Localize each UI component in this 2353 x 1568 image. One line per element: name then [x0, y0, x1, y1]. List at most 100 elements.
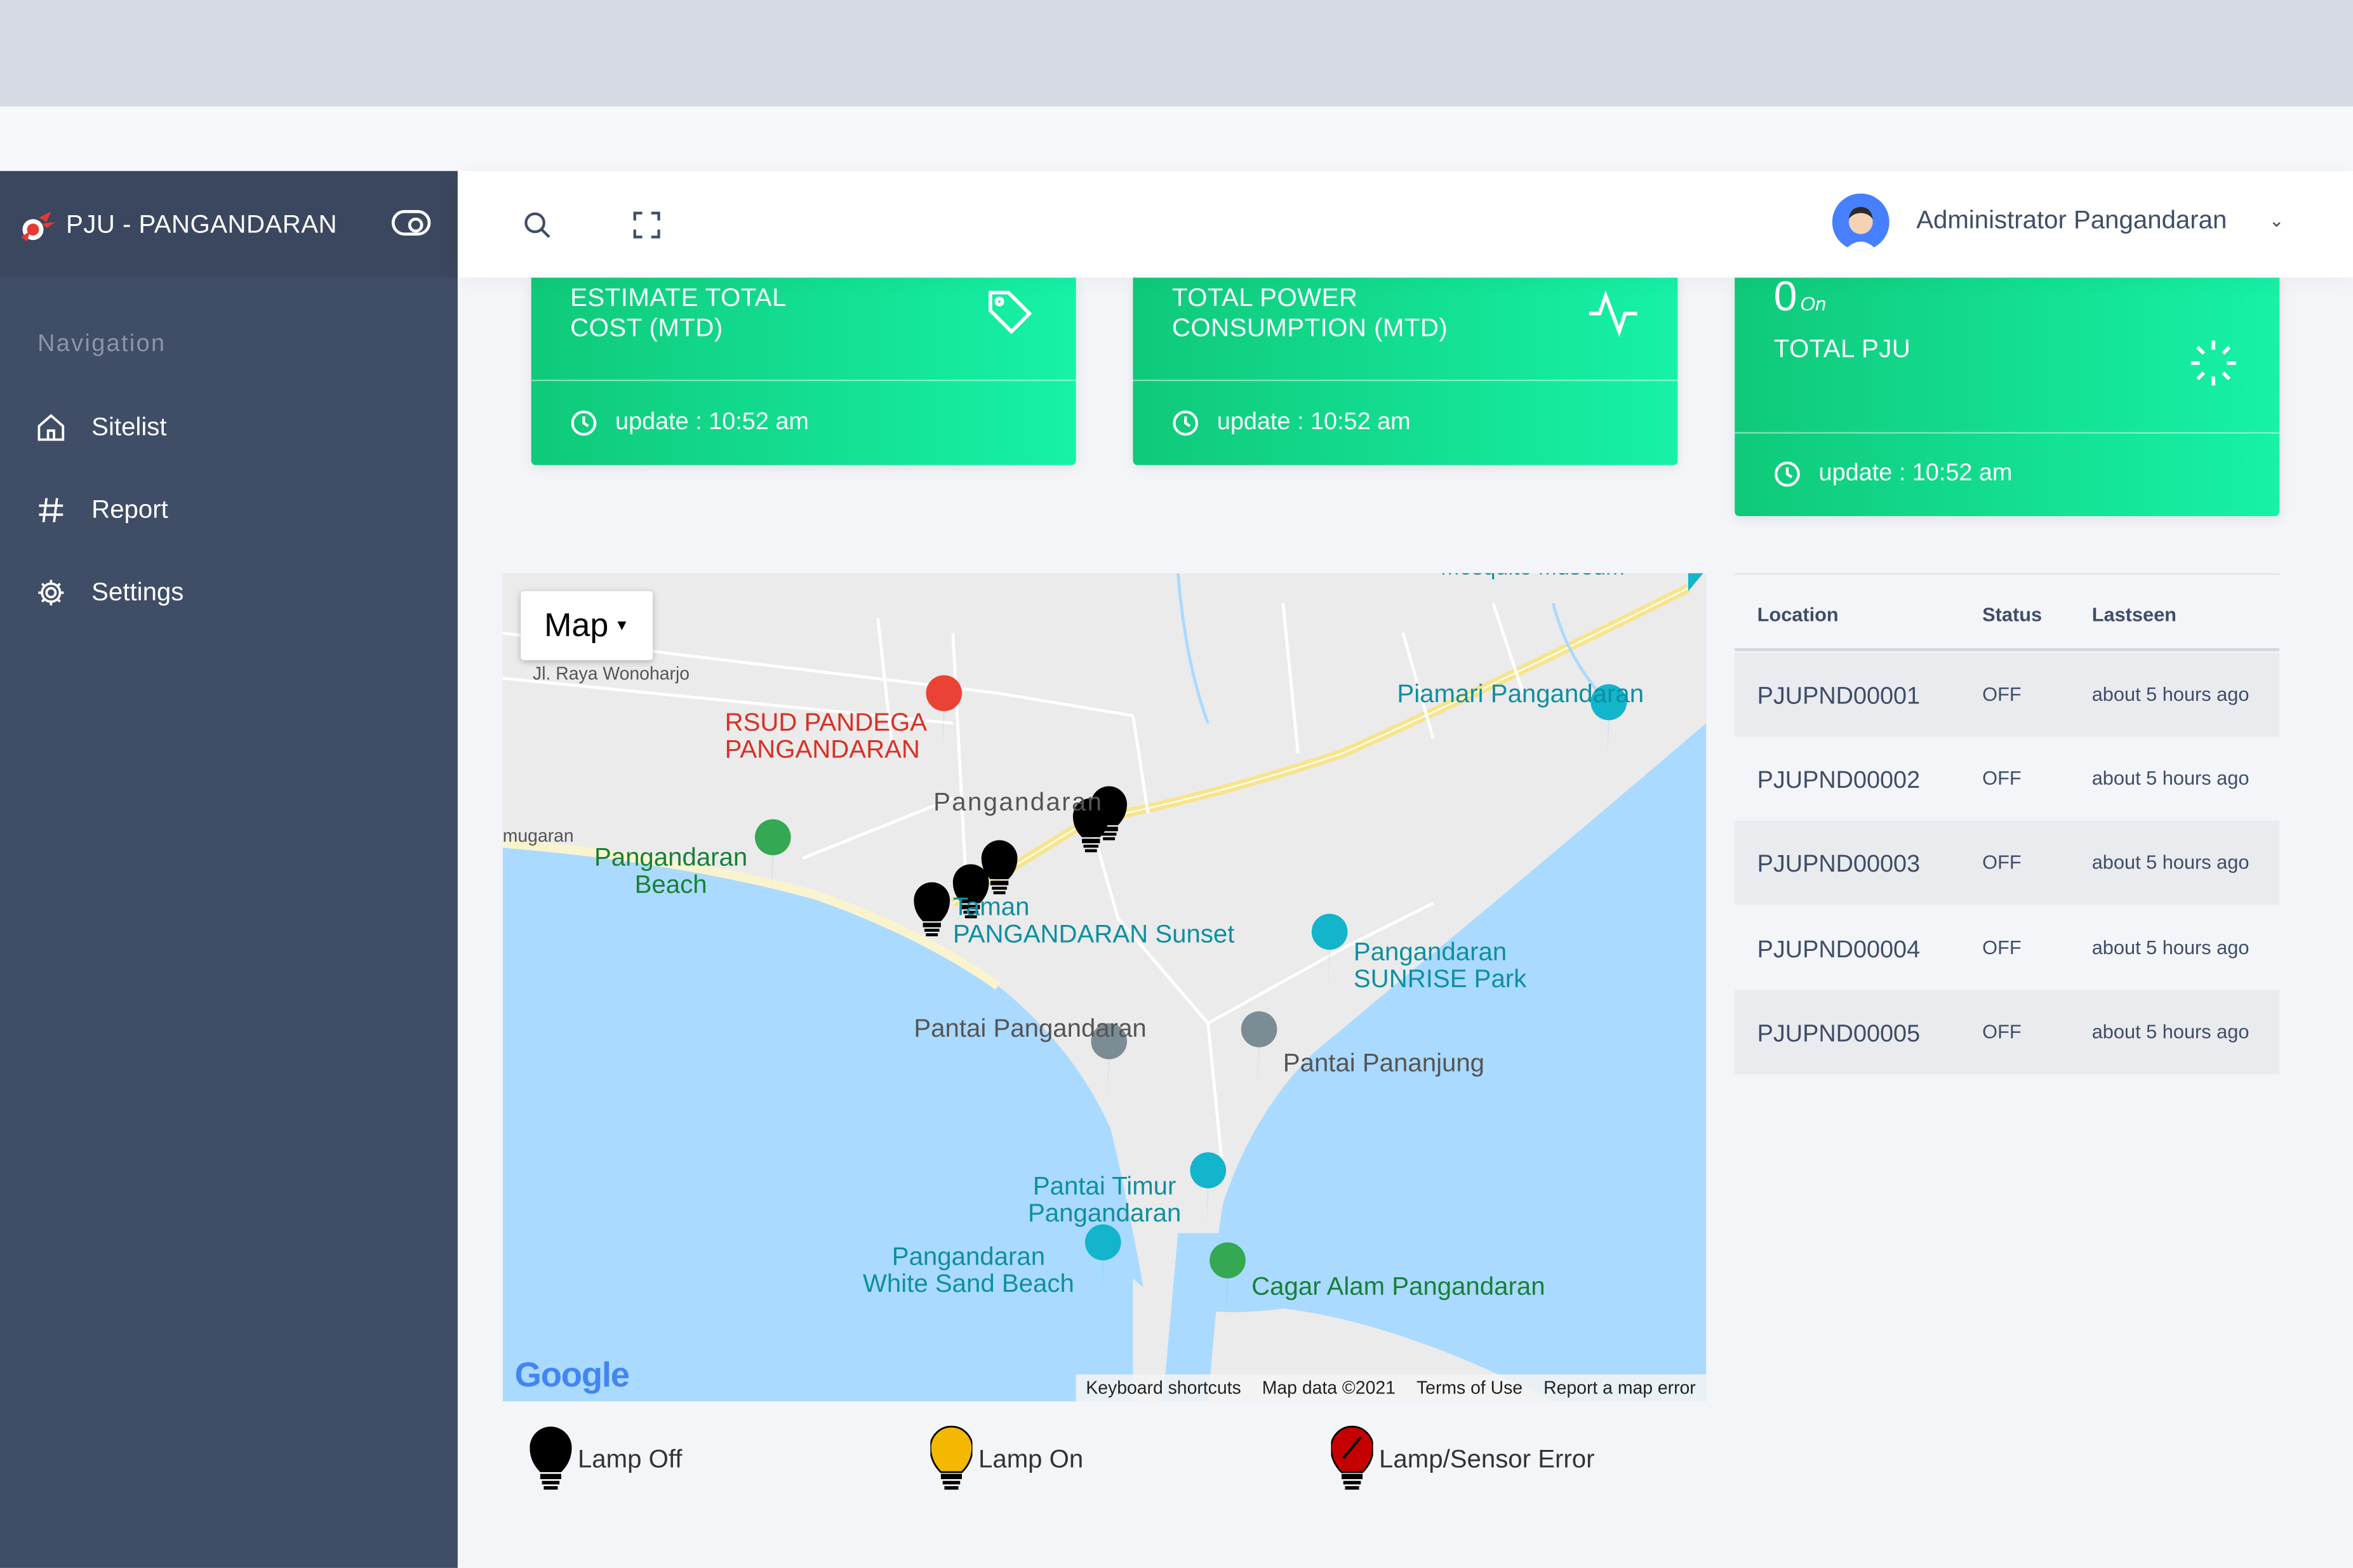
column-header-location[interactable]: Location [1757, 603, 1839, 625]
card-title: TOTAL PJU [1773, 335, 1911, 363]
legend-label: Lamp/Sensor Error [1379, 1445, 1595, 1473]
map-label-beach: Pangandaran Beach [594, 843, 748, 899]
sidebar: PJU - PANGANDARAN Navigation Sitelist Re… [0, 171, 458, 1568]
card-update-text: update : 10:52 am [1216, 409, 1411, 435]
clock-icon [1775, 462, 1800, 487]
cell-lastseen: about 5 hours ago [2091, 851, 2250, 874]
map-label-piamari: Piamari Pangandaran [1397, 679, 1644, 708]
map-label-line: RSUD PANDEGA [724, 708, 928, 737]
google-logo-text: Google [514, 1355, 630, 1394]
sidebar-toggle-icon[interactable] [391, 209, 431, 236]
pju-count: 0 On [1774, 276, 1827, 324]
brand-header: PJU - PANGANDARAN [0, 171, 458, 278]
cell-location: PJUPND00001 [1757, 684, 1921, 710]
tag-icon [989, 291, 1032, 335]
map-label-museum: Mosquito Museum [1441, 573, 1625, 582]
card-estimate-cost: ESTIMATE TOTAL COST (MTD) update : 10:52… [531, 277, 1076, 465]
cell-status: OFF [1982, 766, 2022, 790]
card-total-pju: 0 On TOTAL PJU update : 10:52 am [1735, 276, 2280, 517]
cell-status: OFF [1982, 682, 2022, 705]
card-title-line: COST (MTD) [570, 313, 723, 342]
keyboard-shortcuts-link[interactable]: Keyboard shortcuts [1076, 1378, 1251, 1399]
card-divider [531, 379, 1076, 382]
legend-label: Lamp Off [577, 1445, 683, 1473]
card-title-line: CONSUMPTION (MTD) [1171, 313, 1448, 342]
brand-name[interactable]: PJU - PANGANDARAN [66, 210, 337, 240]
map-label-taman: Taman PANGANDARAN Sunset [952, 893, 1235, 948]
caret-down-icon: ▼ [614, 617, 630, 634]
map-label-line: Pangandaran [1027, 1199, 1182, 1228]
card-divider [1133, 379, 1678, 382]
home-icon [36, 413, 66, 442]
card-update-text: update : 10:52 am [615, 409, 809, 435]
map-label-line: Pangandaran [594, 843, 748, 872]
map-data-text: Map data ©2021 [1262, 1377, 1396, 1399]
cell-status: OFF [1982, 1020, 2022, 1043]
column-header-lastseen[interactable]: Lastseen [2092, 603, 2176, 625]
google-logo: Google [514, 1355, 630, 1395]
table-row[interactable]: PJUPND00002 OFF about 5 hours ago [1735, 736, 2279, 820]
clock-icon [1173, 410, 1199, 436]
browser-chrome [0, 0, 2353, 107]
pju-count-suffix: On [1800, 292, 1827, 316]
card-update: update : 10:52 am [570, 409, 809, 437]
card-title: TOTAL POWER CONSUMPTION (MTD) [1172, 284, 1448, 344]
cell-location: PJUPND00003 [1757, 852, 1921, 878]
table-row[interactable]: PJUPND00001 OFF about 5 hours ago [1735, 653, 2280, 737]
card-update: update : 10:52 am [1172, 409, 1411, 437]
map-label-town: Pangandaran [933, 787, 1103, 816]
cell-lastseen: about 5 hours ago [2091, 766, 2250, 790]
top-bar: Administrator Pangandaran ⌄ [457, 171, 2353, 278]
card-update-text: update : 10:52 am [1818, 460, 2013, 486]
sidebar-item-settings[interactable]: Settings [0, 562, 458, 623]
chevron-down-icon[interactable]: ⌄ [2269, 210, 2284, 231]
table-row[interactable]: PJUPND00005 OFF about 5 hours ago [1735, 990, 2280, 1075]
map-label-sunrise: Pangandaran SUNRISE Park [1353, 938, 1527, 993]
map-label-line: Taman [952, 893, 1030, 922]
sidebar-item-sitelist[interactable]: Sitelist [0, 397, 458, 458]
lamp-error-icon [1331, 1425, 1373, 1490]
column-header-status[interactable]: Status [1982, 603, 2042, 625]
legend-lamp-off: Lamp Off [530, 1425, 683, 1494]
map-type-label: Map [544, 606, 609, 644]
cell-lastseen: about 5 hours ago [2091, 936, 2250, 959]
card-title-line: ESTIMATE TOTAL [570, 283, 787, 312]
cell-status: OFF [1982, 851, 2022, 874]
cell-location: PJUPND00004 [1757, 938, 1921, 964]
avatar[interactable] [1832, 193, 1890, 251]
sidebar-item-report[interactable]: Report [0, 480, 458, 540]
map-label-wonoharjo: Jl. Raya Wonoharjo [533, 663, 690, 684]
clock-icon [571, 410, 597, 436]
map-label-line: SUNRISE Park [1353, 964, 1527, 993]
legend-label: Lamp On [978, 1445, 1084, 1473]
fullscreen-icon[interactable] [629, 207, 665, 243]
table-row[interactable]: PJUPND00004 OFF about 5 hours ago [1735, 907, 2279, 990]
card-title-line: TOTAL POWER [1171, 283, 1358, 312]
map-label-line: Beach [634, 870, 707, 899]
hash-icon [36, 495, 66, 525]
legend-lamp-on: Lamp On [930, 1425, 1083, 1494]
map-label-timur: Pantai Timur Pangandaran [1028, 1173, 1181, 1227]
page-top-gap [0, 106, 2353, 171]
activity-icon [1589, 290, 1637, 337]
map-label-pantai: Pantai Pangandaran [914, 1014, 1147, 1043]
report-map-error-link[interactable]: Report a map error [1533, 1378, 1707, 1399]
map-label-line: Pangandaran [891, 1242, 1046, 1271]
map-type-dropdown[interactable]: Map ▼ [521, 591, 653, 660]
terms-link[interactable]: Terms of Use [1406, 1378, 1533, 1399]
search-icon[interactable] [519, 207, 556, 243]
nav-caption: Navigation [37, 331, 166, 357]
table-row[interactable]: PJUPND00003 OFF about 5 hours ago [1735, 820, 2280, 905]
card-title: ESTIMATE TOTAL COST (MTD) [570, 284, 787, 344]
sidebar-item-label: Sitelist [91, 412, 167, 441]
lamp-on-icon [930, 1425, 973, 1490]
table-header: Location Status Lastseen [1735, 573, 2280, 651]
map-view[interactable]: Mosquito Museum Jl. Raya Wonoharjo RSUD … [502, 573, 1707, 1402]
map-label-line: White Sand Beach [863, 1269, 1074, 1298]
cell-lastseen: about 5 hours ago [2091, 682, 2250, 705]
user-name[interactable]: Administrator Pangandaran [1916, 206, 2227, 236]
sidebar-item-label: Report [91, 495, 168, 524]
cell-status: OFF [1982, 936, 2022, 959]
map-label-line: PANGANDARAN [724, 735, 920, 764]
logo-icon [21, 211, 56, 242]
